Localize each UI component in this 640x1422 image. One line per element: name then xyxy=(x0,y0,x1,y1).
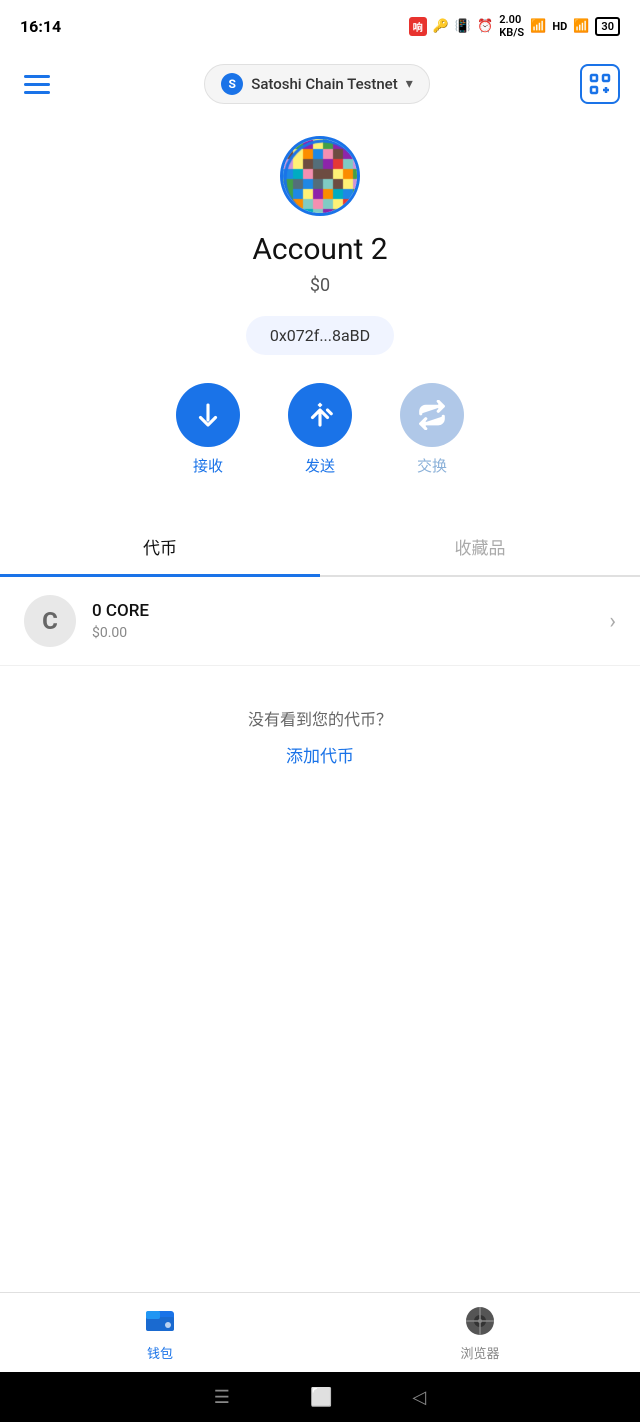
hamburger-line-2 xyxy=(24,83,50,86)
notification-icon: 响 xyxy=(409,17,427,36)
receive-action: 接收 xyxy=(176,383,240,476)
tab-collectibles[interactable]: 收藏品 xyxy=(320,518,640,575)
hd-badge: HD xyxy=(552,20,567,33)
receive-icon xyxy=(193,400,223,430)
scan-icon xyxy=(588,72,612,96)
account-avatar[interactable] xyxy=(280,136,360,216)
key-icon: 🔑 xyxy=(433,19,449,34)
account-balance: $0 xyxy=(310,275,330,296)
address-text: 0x072f...8aBD xyxy=(270,326,370,345)
wallet-label: 钱包 xyxy=(147,1343,173,1362)
account-name: Account 2 xyxy=(252,232,387,267)
android-home-icon[interactable]: ⬜ xyxy=(310,1387,332,1408)
send-action: 发送 xyxy=(288,383,352,476)
token-chevron-icon: › xyxy=(609,609,616,634)
token-info: 0 CORE $0.00 xyxy=(92,601,609,641)
swap-action: 交换 xyxy=(400,383,464,476)
status-time: 16:14 xyxy=(20,17,61,36)
wallet-icon xyxy=(142,1303,178,1339)
status-bar: 16:14 响 🔑 📳 ⏰ 2.00KB/S 📶 HD 📶 30 xyxy=(0,0,640,52)
browser-label: 浏览器 xyxy=(460,1343,499,1362)
battery-icon: 30 xyxy=(595,17,620,36)
tab-tokens[interactable]: 代币 xyxy=(0,518,320,575)
nav-wallet[interactable]: 钱包 xyxy=(0,1293,320,1372)
token-item[interactable]: C 0 CORE $0.00 › xyxy=(0,577,640,666)
wifi-icon: 📶 xyxy=(530,19,546,34)
hamburger-line-1 xyxy=(24,75,50,78)
token-logo: C xyxy=(24,595,76,647)
hamburger-button[interactable] xyxy=(20,71,54,98)
network-selector[interactable]: S Satoshi Chain Testnet ▾ xyxy=(204,64,429,104)
network-icon: S xyxy=(221,73,243,95)
nav-browser[interactable]: 浏览器 xyxy=(320,1293,640,1372)
network-name: Satoshi Chain Testnet xyxy=(251,75,397,93)
token-amount: 0 CORE xyxy=(92,601,609,621)
browser-icon xyxy=(462,1303,498,1339)
empty-state: 没有看到您的代币？ 添加代币 xyxy=(0,666,640,787)
swap-label: 交换 xyxy=(417,455,447,476)
signal-icon: 📶 xyxy=(573,19,589,34)
empty-message: 没有看到您的代币？ xyxy=(248,706,392,730)
token-list: C 0 CORE $0.00 › xyxy=(0,577,640,666)
android-back-icon[interactable]: ◁ xyxy=(412,1387,426,1408)
send-icon xyxy=(305,400,335,430)
clock-icon: ⏰ xyxy=(477,19,493,34)
vibrate-icon: 📳 xyxy=(455,19,471,34)
avatar-canvas xyxy=(283,139,360,216)
receive-button[interactable] xyxy=(176,383,240,447)
account-section: Account 2 $0 0x072f...8aBD 接收 发送 xyxy=(0,116,640,518)
swap-button[interactable] xyxy=(400,383,464,447)
chevron-down-icon: ▾ xyxy=(406,76,413,92)
tab-bar: 代币 收藏品 xyxy=(0,518,640,577)
address-pill[interactable]: 0x072f...8aBD xyxy=(246,316,394,355)
send-button[interactable] xyxy=(288,383,352,447)
receive-label: 接收 xyxy=(193,455,223,476)
action-buttons: 接收 发送 交换 xyxy=(176,383,464,476)
swap-icon xyxy=(417,400,447,430)
android-menu-icon[interactable]: ☰ xyxy=(214,1387,230,1408)
speed-label: 2.00KB/S xyxy=(499,13,524,39)
top-nav: S Satoshi Chain Testnet ▾ xyxy=(0,52,640,116)
hamburger-line-3 xyxy=(24,91,50,94)
android-nav-bar: ☰ ⬜ ◁ xyxy=(0,1372,640,1422)
bottom-nav: 钱包 浏览器 xyxy=(0,1292,640,1372)
token-value: $0.00 xyxy=(92,625,609,641)
send-label: 发送 xyxy=(305,455,335,476)
scan-button[interactable] xyxy=(580,64,620,104)
status-icons: 响 🔑 📳 ⏰ 2.00KB/S 📶 HD 📶 30 xyxy=(409,13,620,39)
add-token-link[interactable]: 添加代币 xyxy=(286,742,354,767)
